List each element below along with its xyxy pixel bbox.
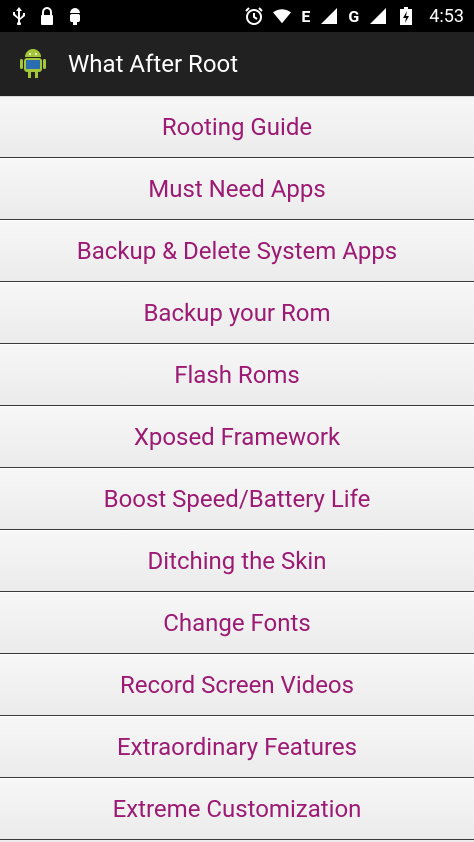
menu-item-label: Must Need Apps — [148, 175, 326, 203]
menu-item-xposed-framework[interactable]: Xposed Framework — [0, 406, 474, 468]
menu-item-label: Backup & Delete System Apps — [76, 237, 398, 265]
menu-item-label: Flash Roms — [174, 361, 300, 389]
signal-icon — [320, 7, 338, 25]
menu-item-label: Change Fonts — [163, 609, 311, 637]
app-title: What After Root — [68, 50, 239, 78]
menu-item-label: Ditching the Skin — [147, 547, 327, 575]
menu-item-rooting-guide[interactable]: Rooting Guide — [0, 96, 474, 158]
menu-item-extraordinary-features[interactable]: Extraordinary Features — [0, 716, 474, 778]
network-type-label: E — [301, 6, 311, 26]
lock-icon — [38, 7, 56, 25]
menu-item-change-fonts[interactable]: Change Fonts — [0, 592, 474, 654]
menu-item-backup-delete-system-apps[interactable]: Backup & Delete System Apps — [0, 220, 474, 282]
status-time: 4:53 — [429, 5, 464, 27]
menu-item-label: Rooting Guide — [161, 113, 313, 141]
status-bar-left — [10, 7, 84, 25]
menu-item-label: Extreme Customization — [112, 795, 362, 823]
menu-item-label: Backup your Rom — [143, 299, 331, 327]
alarm-icon — [245, 7, 264, 25]
menu-item-label: Boost Speed/Battery Life — [103, 485, 371, 513]
signal-icon-2 — [369, 7, 387, 25]
menu-item-label: Extraordinary Features — [117, 733, 357, 761]
status-bar: E G 4:53 — [0, 0, 474, 32]
status-bar-right: E G 4:53 — [245, 6, 464, 27]
network-type-label-2: G — [348, 6, 360, 26]
battery-charging-icon — [397, 7, 415, 25]
menu-item-ditching-the-skin[interactable]: Ditching the Skin — [0, 530, 474, 592]
menu-item-record-screen-videos[interactable]: Record Screen Videos — [0, 654, 474, 716]
menu-item-label: Record Screen Videos — [120, 671, 354, 699]
menu-list: Rooting Guide Must Need Apps Backup & De… — [0, 96, 474, 840]
usb-icon — [10, 7, 28, 25]
menu-item-must-need-apps[interactable]: Must Need Apps — [0, 158, 474, 220]
menu-item-backup-your-rom[interactable]: Backup your Rom — [0, 282, 474, 344]
menu-item-label: Xposed Framework — [133, 423, 341, 451]
action-bar: What After Root — [0, 32, 474, 96]
menu-item-extreme-customization[interactable]: Extreme Customization — [0, 778, 474, 840]
menu-item-flash-roms[interactable]: Flash Roms — [0, 344, 474, 406]
android-app-icon[interactable] — [16, 47, 50, 81]
menu-item-boost-speed-battery[interactable]: Boost Speed/Battery Life — [0, 468, 474, 530]
wifi-icon — [273, 7, 292, 25]
android-debug-icon — [66, 7, 84, 25]
